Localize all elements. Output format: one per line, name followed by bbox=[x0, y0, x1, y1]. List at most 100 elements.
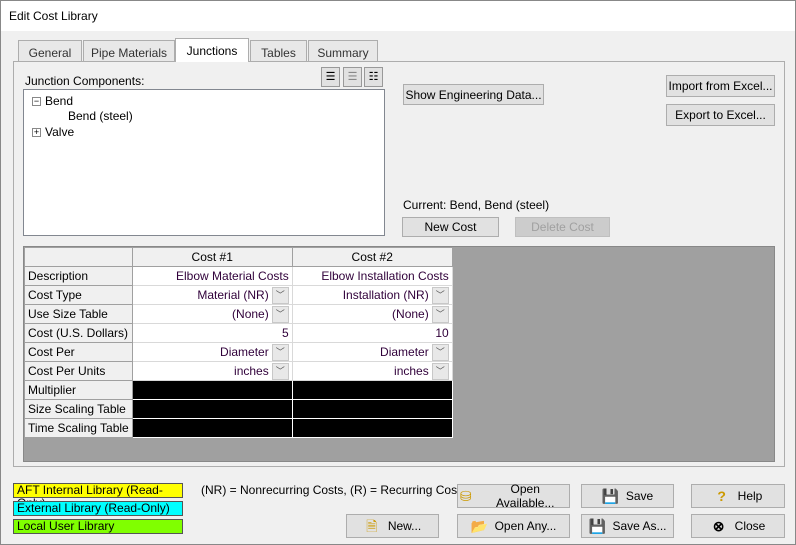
cost-table: Cost #1 Cost #2 Description Elbow Materi… bbox=[24, 247, 453, 438]
cell-value: inches bbox=[234, 364, 269, 378]
tab-general[interactable]: General bbox=[18, 40, 82, 62]
cell-value: (None) bbox=[232, 307, 269, 321]
sort-icon[interactable]: ☷ bbox=[364, 67, 383, 87]
import-from-excel-button[interactable]: Import from Excel... bbox=[666, 75, 775, 97]
row-label: Cost Type bbox=[24, 285, 133, 305]
legend-local-library: Local User Library bbox=[13, 519, 183, 534]
cell-select[interactable]: Material (NR) ﹀ bbox=[131, 285, 293, 305]
save-as-button[interactable]: 💾 Save As... bbox=[581, 514, 674, 538]
tab-pipe-materials[interactable]: Pipe Materials bbox=[83, 40, 175, 62]
new-cost-button[interactable]: New Cost bbox=[402, 217, 499, 237]
cost-type-note: (NR) = Nonrecurring Costs, (R) = Recurri… bbox=[201, 483, 467, 497]
table-row: Description Elbow Material Costs Elbow I… bbox=[24, 266, 453, 286]
chevron-down-icon[interactable]: ﹀ bbox=[271, 286, 289, 304]
save-button[interactable]: 💾 Save bbox=[581, 484, 674, 508]
cell-value: Material (NR) bbox=[197, 288, 269, 302]
collapse-icon[interactable]: ☰ bbox=[343, 67, 362, 87]
cell-disabled bbox=[131, 399, 293, 419]
column-header: Cost #1 bbox=[131, 247, 293, 267]
delete-cost-button[interactable]: Delete Cost bbox=[515, 217, 610, 237]
cell-select[interactable]: (None) ﹀ bbox=[131, 304, 293, 324]
tree-item-bend[interactable]: − Bend bbox=[32, 94, 73, 108]
row-label: Cost Per bbox=[24, 342, 133, 362]
cell-value: inches bbox=[394, 364, 429, 378]
legend-internal-library: AFT Internal Library (Read-Only) bbox=[13, 483, 183, 510]
table-row: Use Size Table (None) ﹀ (None) ﹀ bbox=[24, 304, 453, 324]
show-engineering-data-button[interactable]: Show Engineering Data... bbox=[403, 84, 544, 105]
column-header: Cost #2 bbox=[291, 247, 453, 267]
expand-node-icon[interactable]: + bbox=[32, 127, 41, 137]
cost-grid: Cost #1 Cost #2 Description Elbow Materi… bbox=[23, 246, 775, 462]
cell-select[interactable]: inches ﹀ bbox=[131, 361, 293, 381]
expand-all-icon[interactable]: ☰ bbox=[321, 67, 340, 87]
cell-select[interactable]: Diameter ﹀ bbox=[291, 342, 453, 362]
cell-value: (None) bbox=[392, 307, 429, 321]
button-label: Open Available... bbox=[495, 482, 555, 510]
cell-select[interactable]: (None) ﹀ bbox=[291, 304, 453, 324]
cell-value: Diameter bbox=[380, 345, 429, 359]
chevron-down-icon[interactable]: ﹀ bbox=[271, 305, 289, 323]
cell-disabled bbox=[291, 380, 453, 400]
help-button[interactable]: ? Help bbox=[691, 484, 785, 508]
chevron-down-icon[interactable]: ﹀ bbox=[271, 343, 289, 361]
cell-disabled bbox=[291, 399, 453, 419]
cell-select[interactable]: inches ﹀ bbox=[291, 361, 453, 381]
tab-tables[interactable]: Tables bbox=[250, 40, 307, 62]
window-title: Edit Cost Library bbox=[1, 1, 795, 31]
chevron-down-icon[interactable]: ﹀ bbox=[431, 362, 449, 380]
current-selection-label: Current: Bend, Bend (steel) bbox=[403, 198, 550, 212]
open-available-button[interactable]: ⛁ Open Available... bbox=[457, 482, 570, 510]
junction-tree[interactable]: − Bend Bend (steel) + Valve bbox=[23, 89, 385, 236]
tree-item-valve[interactable]: + Valve bbox=[32, 125, 74, 139]
chevron-down-icon[interactable]: ﹀ bbox=[431, 343, 449, 361]
floppy-disk-icon: 💾 bbox=[601, 488, 620, 504]
cell-select[interactable]: Diameter ﹀ bbox=[131, 342, 293, 362]
cell[interactable]: 5 bbox=[131, 323, 293, 343]
row-label: Description bbox=[24, 266, 133, 286]
cell-disabled bbox=[131, 380, 293, 400]
button-label: Save bbox=[625, 489, 654, 503]
help-icon: ? bbox=[717, 488, 726, 504]
collapse-node-icon[interactable]: − bbox=[32, 96, 41, 106]
row-label: Time Scaling Table bbox=[24, 418, 133, 438]
save-as-icon: 💾 bbox=[588, 518, 606, 534]
folder-open-icon: 📂 bbox=[470, 518, 489, 534]
open-any-button[interactable]: 📂 Open Any... bbox=[457, 514, 570, 538]
cell-disabled bbox=[291, 418, 453, 438]
table-row: Cost (U.S. Dollars) 5 10 bbox=[24, 323, 453, 343]
table-row: Multiplier bbox=[24, 380, 453, 400]
button-label: Open Any... bbox=[494, 519, 557, 533]
table-row: Size Scaling Table bbox=[24, 399, 453, 419]
tree-label: Bend bbox=[45, 94, 74, 108]
row-label: Use Size Table bbox=[24, 304, 133, 324]
button-label: Save As... bbox=[612, 519, 667, 533]
new-button[interactable]: 🗎 New... bbox=[346, 514, 439, 538]
cell[interactable]: Elbow Material Costs bbox=[131, 266, 293, 286]
database-icon: ⛁ bbox=[459, 488, 472, 504]
table-row: Cost Per Diameter ﹀ Diameter ﹀ bbox=[24, 342, 453, 362]
cell[interactable]: 10 bbox=[291, 323, 453, 343]
chevron-down-icon[interactable]: ﹀ bbox=[431, 286, 449, 304]
cell-value: Installation (NR) bbox=[342, 288, 429, 302]
row-label: Cost (U.S. Dollars) bbox=[24, 323, 133, 343]
tab-summary[interactable]: Summary bbox=[308, 40, 378, 62]
cell-value: Diameter bbox=[220, 345, 269, 359]
export-to-excel-button[interactable]: Export to Excel... bbox=[666, 104, 775, 126]
close-button[interactable]: ⊗ Close bbox=[691, 514, 785, 538]
tab-junctions[interactable]: Junctions bbox=[175, 38, 249, 62]
tree-label: Valve bbox=[45, 125, 75, 139]
tree-item-bend-steel[interactable]: Bend (steel) bbox=[68, 109, 133, 123]
junction-components-label: Junction Components: bbox=[25, 74, 145, 88]
legend-external-library: External Library (Read-Only) bbox=[13, 501, 183, 516]
cell-select[interactable]: Installation (NR) ﹀ bbox=[291, 285, 453, 305]
button-label: New... bbox=[387, 519, 422, 533]
new-library-icon: 🗎 bbox=[366, 518, 378, 534]
cell[interactable]: Elbow Installation Costs bbox=[291, 266, 453, 286]
table-row: Time Scaling Table bbox=[24, 418, 453, 438]
corner-cell bbox=[24, 247, 133, 267]
row-label: Cost Per Units bbox=[24, 361, 133, 381]
chevron-down-icon[interactable]: ﹀ bbox=[271, 362, 289, 380]
button-label: Help bbox=[737, 489, 763, 503]
cell-disabled bbox=[131, 418, 293, 438]
chevron-down-icon[interactable]: ﹀ bbox=[431, 305, 449, 323]
